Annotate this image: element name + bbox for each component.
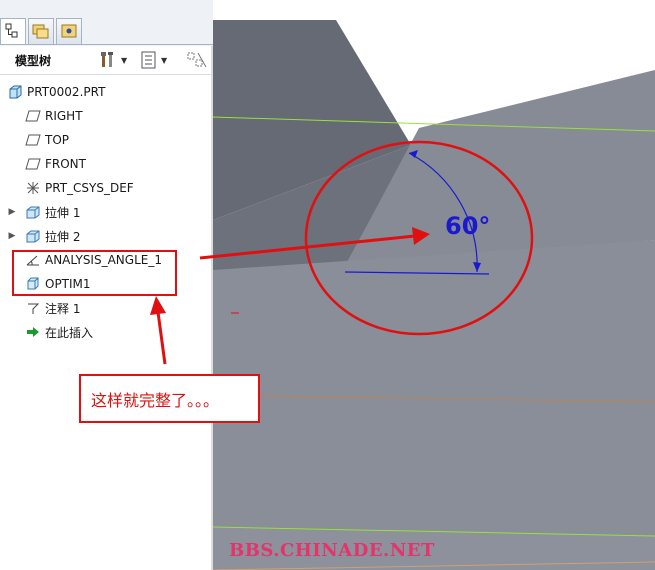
annotation-arrow-to-dimension [199, 234, 416, 260]
arrowhead-icon [150, 296, 166, 315]
arrowhead-icon [412, 227, 430, 245]
watermark: BBS.CHINADE.NET [229, 540, 435, 561]
annotation-arrow-to-tree [156, 311, 167, 365]
annotation-arrows [150, 227, 430, 365]
annotation-note: 这样就完整了。。。 [79, 374, 260, 423]
